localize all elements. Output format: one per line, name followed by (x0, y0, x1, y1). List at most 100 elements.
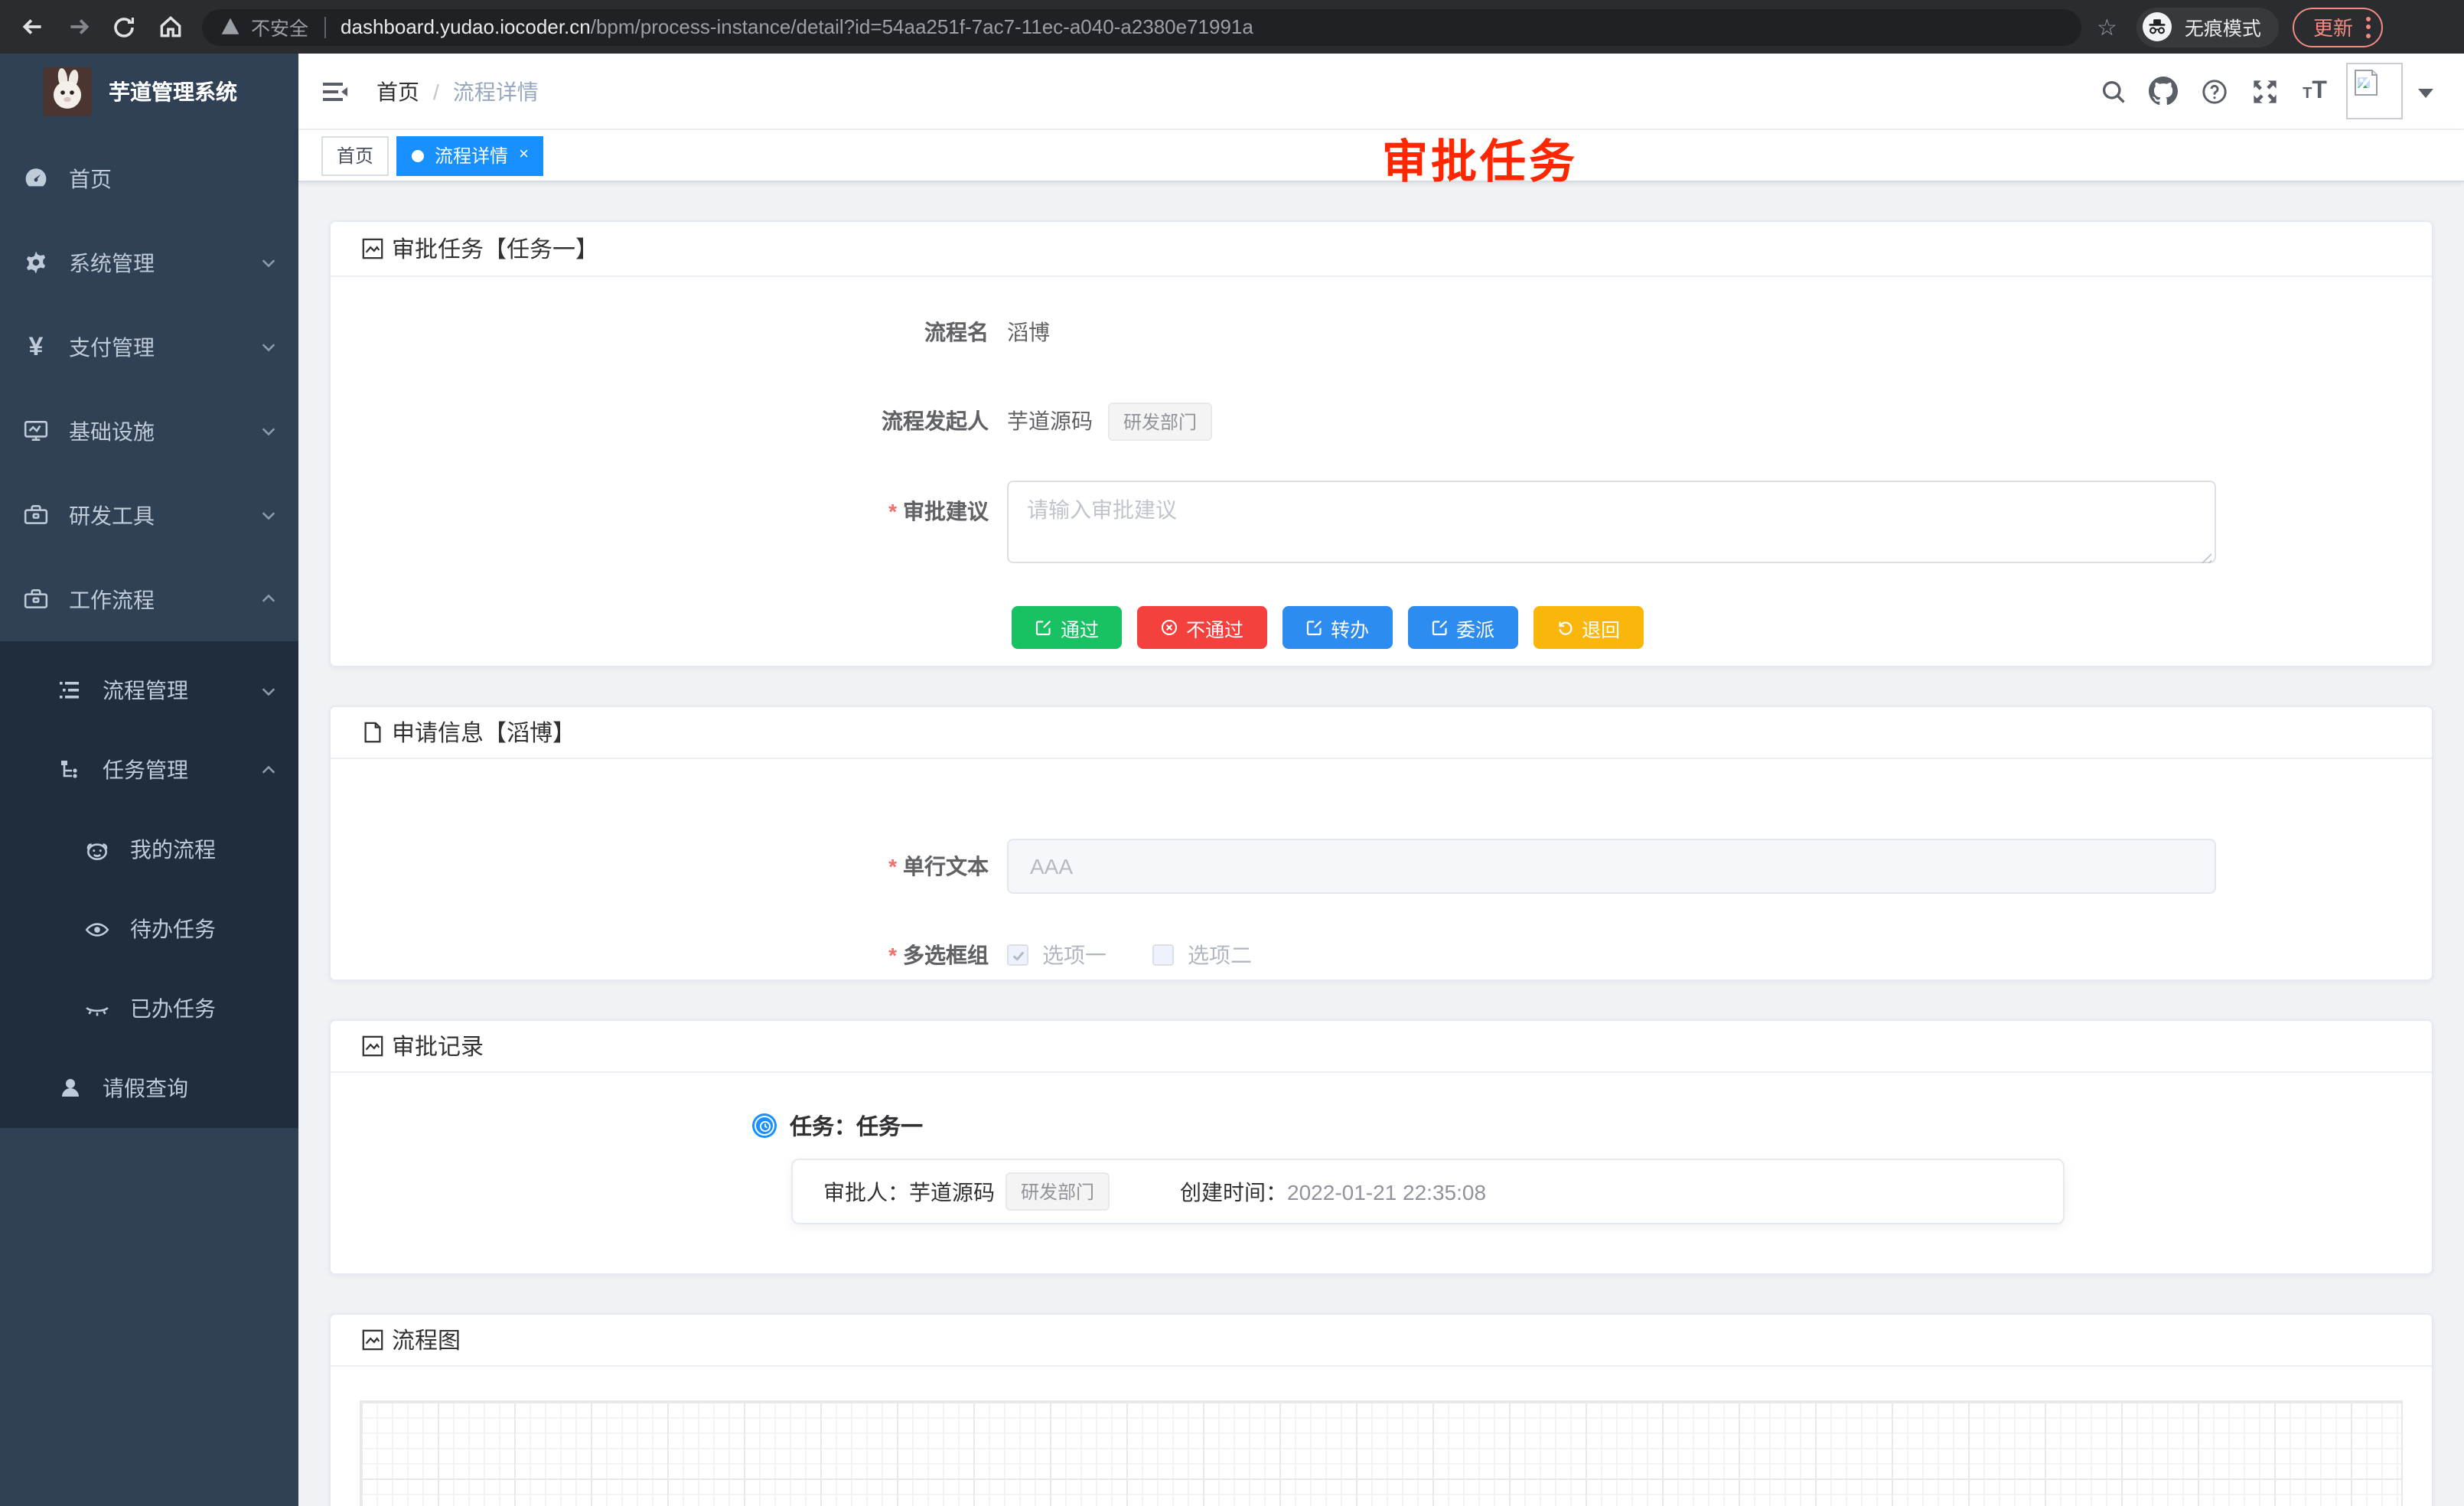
bookmark-star-icon[interactable]: ☆ (2097, 13, 2117, 41)
sidebar: 芋道管理系统 首页 系统管理 ¥ (0, 54, 298, 1506)
address-bar[interactable]: 不安全 dashboard.yudao.iocoder.cn/bpm/proce… (202, 8, 2081, 45)
reload-icon[interactable] (101, 5, 147, 48)
incognito-icon (2143, 12, 2172, 41)
close-tab-icon[interactable] (519, 147, 529, 164)
sidebar-item-workflow[interactable]: 工作流程 (0, 557, 298, 641)
sidebar-item-label: 我的流程 (130, 834, 277, 865)
return-button[interactable]: 退回 (1533, 606, 1643, 649)
card-title: 申请信息【滔博】 (392, 716, 575, 748)
user-icon (57, 1075, 83, 1101)
kebab-menu-icon[interactable] (2367, 16, 2371, 37)
tab-home[interactable]: 首页 (321, 135, 389, 175)
sidebar-item-done-tasks[interactable]: 已办任务 (0, 969, 298, 1048)
document-icon (361, 721, 384, 744)
initiator-label: 流程发起人 (331, 406, 1007, 436)
task-title: 任务：任务一 (790, 1110, 923, 1142)
sidebar-item-label: 首页 (69, 163, 277, 194)
browser-update-menu[interactable]: 更新 (2293, 7, 2384, 47)
github-icon[interactable] (2138, 68, 2189, 114)
sidebar-item-label: 系统管理 (69, 247, 260, 278)
breadcrumb-separator: / (433, 79, 439, 103)
edit-icon (1035, 618, 1053, 637)
url-separator (324, 16, 325, 37)
suggestion-textarea[interactable] (1007, 481, 2216, 563)
bpmn-diagram-canvas[interactable] (360, 1400, 2403, 1506)
search-icon[interactable] (2088, 68, 2138, 114)
tab-process-detail[interactable]: 流程详情 (396, 135, 544, 175)
tags-view: 首页 流程详情 (298, 130, 2464, 182)
sidebar-item-process-management[interactable]: 流程管理 (0, 650, 298, 730)
checkbox-group: 选项一 选项二 (1007, 940, 1252, 970)
application-info-card: 申请信息【滔博】 单行文本 多选框组 选 (329, 706, 2433, 981)
approval-record-item: 审批人： 芋道源码 研发部门 创建时间： 2022-01-21 22:35:08 (791, 1159, 2065, 1224)
active-tab-dot (412, 149, 424, 161)
yen-icon: ¥ (23, 334, 49, 360)
top-navbar: 首页 / 流程详情 审批任务 (298, 54, 2464, 130)
dept-tag: 研发部门 (1005, 1172, 1110, 1211)
breadcrumb-home[interactable]: 首页 (376, 76, 419, 106)
sidebar-item-label: 支付管理 (69, 331, 260, 362)
dept-tag: 研发部门 (1108, 402, 1212, 440)
page-url[interactable]: dashboard.yudao.iocoder.cn/bpm/process-i… (341, 15, 1253, 38)
monitor-icon (23, 418, 49, 444)
app-title: 芋道管理系统 (109, 77, 237, 107)
checkbox-unchecked-icon (1152, 944, 1174, 966)
chevron-down-icon (260, 682, 277, 699)
suggestion-label: 审批建议 (331, 481, 1007, 542)
sidebar-item-home[interactable]: 首页 (0, 136, 298, 220)
help-icon[interactable] (2189, 68, 2239, 114)
workflow-submenu: 流程管理 任务管理 我的流程 (0, 641, 298, 1128)
avatar[interactable] (2346, 63, 2403, 119)
checkbox-group-label: 多选框组 (331, 940, 1007, 970)
reject-button[interactable]: 不通过 (1137, 606, 1266, 649)
face-icon (84, 836, 110, 862)
transfer-button[interactable]: 转办 (1282, 606, 1392, 649)
sidebar-item-label: 待办任务 (130, 914, 277, 944)
edit-icon (1430, 618, 1449, 637)
not-secure-warning-icon[interactable] (220, 17, 240, 37)
delegate-button[interactable]: 委派 (1407, 606, 1517, 649)
sidebar-item-todo-tasks[interactable]: 待办任务 (0, 889, 298, 969)
avatar-dropdown-caret[interactable] (2418, 89, 2433, 106)
approver-label: 审批人： (823, 1176, 909, 1207)
sidebar-item-system[interactable]: 系统管理 (0, 220, 298, 305)
sidebar-item-label: 流程管理 (103, 675, 260, 706)
org-tree-icon (57, 757, 83, 783)
sidebar-item-payment[interactable]: ¥ 支付管理 (0, 305, 298, 389)
sidebar-item-infrastructure[interactable]: 基础设施 (0, 389, 298, 473)
back-icon[interactable] (9, 5, 55, 48)
approver-value: 芋道源码 (909, 1176, 995, 1207)
sidebar-item-my-process[interactable]: 我的流程 (0, 810, 298, 889)
sidebar-item-label: 请假查询 (103, 1073, 277, 1103)
approve-button[interactable]: 通过 (1012, 606, 1122, 649)
forward-icon (55, 5, 101, 48)
process-diagram-card: 流程图 (329, 1313, 2433, 1506)
chevron-up-icon (260, 761, 277, 778)
chevron-down-icon (260, 422, 277, 439)
app-logo[interactable]: 芋道管理系统 (0, 54, 298, 130)
update-label: 更新 (2313, 12, 2353, 41)
picture-icon (361, 1328, 384, 1351)
home-icon[interactable] (147, 5, 193, 48)
sidebar-item-devtools[interactable]: 研发工具 (0, 473, 298, 557)
font-size-icon[interactable]: TT (2290, 68, 2340, 114)
checkbox-option-2: 选项二 (1152, 940, 1252, 970)
security-label: 不安全 (251, 12, 308, 41)
incognito-label: 无痕模式 (2185, 12, 2261, 41)
eye-closed-icon (84, 996, 110, 1022)
card-title: 审批任务【任务一】 (392, 233, 598, 265)
chevron-down-icon (260, 338, 277, 355)
sidebar-item-leave-query[interactable]: 请假查询 (0, 1048, 298, 1128)
browser-toolbar: 不安全 dashboard.yudao.iocoder.cn/bpm/proce… (0, 0, 2464, 54)
sidebar-item-task-management[interactable]: 任务管理 (0, 730, 298, 810)
checkbox-checked-icon (1007, 944, 1028, 966)
text-field-input (1007, 839, 2216, 894)
broken-image-icon (2351, 67, 2381, 98)
rotate-left-icon (1556, 618, 1574, 637)
timeline-clock-icon (755, 1116, 774, 1136)
fullscreen-icon[interactable] (2239, 68, 2290, 114)
incognito-badge: 无痕模式 (2137, 7, 2280, 47)
sidebar-collapse-icon[interactable] (320, 76, 350, 106)
initiator-value: 芋道源码 (1007, 406, 1093, 436)
approval-record-card: 审批记录 任务：任务一 审批人： 芋道源码 研发部门 创建时间： (329, 1019, 2433, 1275)
